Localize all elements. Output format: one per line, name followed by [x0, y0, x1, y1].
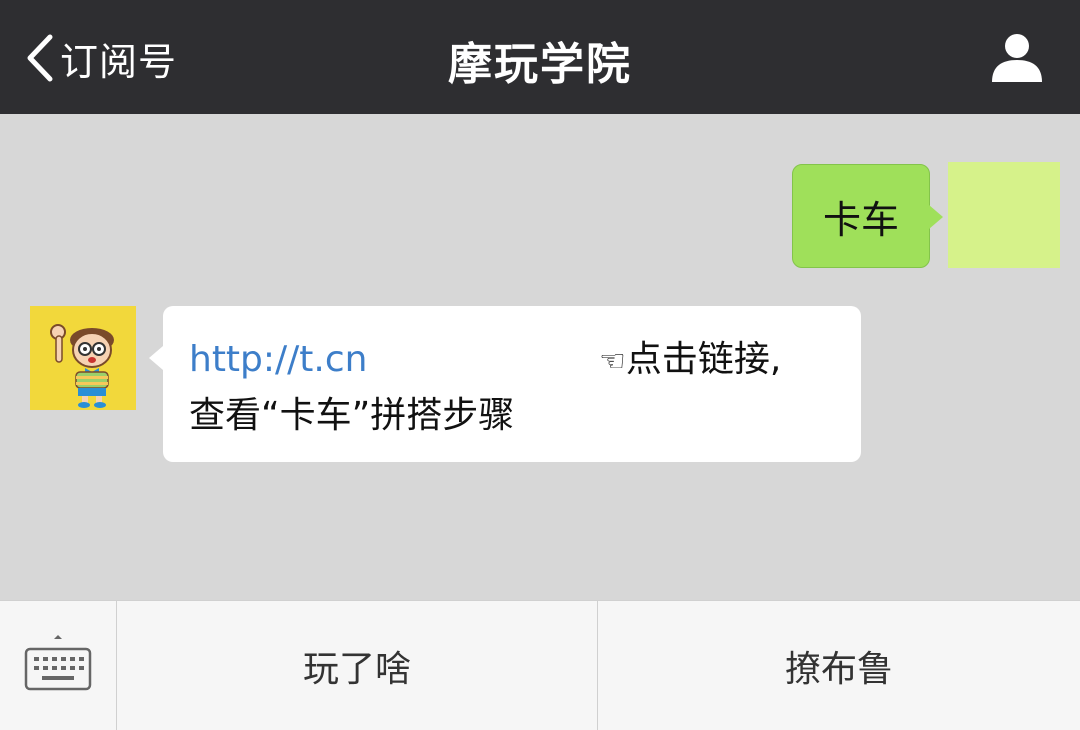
keyboard-toggle-button[interactable]	[0, 601, 116, 730]
menu-item-label: 撩布鲁	[784, 648, 893, 690]
user-avatar[interactable]	[948, 162, 1060, 268]
menu-item-liaobulu[interactable]: 撩布鲁	[598, 601, 1080, 730]
message-second-line: 查看“卡车”拼搭步骤	[189, 395, 515, 436]
pointing-hand-icon: ☜	[599, 344, 626, 379]
page-title: 摩玩学院	[448, 39, 632, 90]
chat-area[interactable]: 卡车 http://t.cn ☜点击链接, 查看“卡车”拼搭步骤	[0, 114, 1080, 600]
bottom-menu: 玩了啥 撩布鲁	[0, 600, 1080, 730]
sent-message-bubble[interactable]: 卡车	[792, 164, 943, 268]
hint-text-group: ☜点击链接,	[599, 332, 781, 390]
menu-item-label: 玩了啥	[302, 648, 411, 690]
menu-item-wanlesha[interactable]: 玩了啥	[117, 601, 597, 730]
message-link[interactable]: http://t.cn	[189, 332, 367, 388]
hint-text: 点击链接,	[625, 339, 782, 380]
person-icon	[990, 34, 1044, 88]
account-avatar[interactable]	[30, 306, 136, 410]
profile-button[interactable]	[990, 32, 1044, 84]
received-message-bubble[interactable]: http://t.cn ☜点击链接, 查看“卡车”拼搭步骤	[149, 306, 861, 462]
keyboard-icon	[24, 634, 92, 697]
sent-message-text: 卡车	[822, 197, 899, 242]
nav-bar: 订阅号 摩玩学院	[0, 0, 1080, 114]
cartoon-boy-avatar-icon	[50, 324, 114, 408]
